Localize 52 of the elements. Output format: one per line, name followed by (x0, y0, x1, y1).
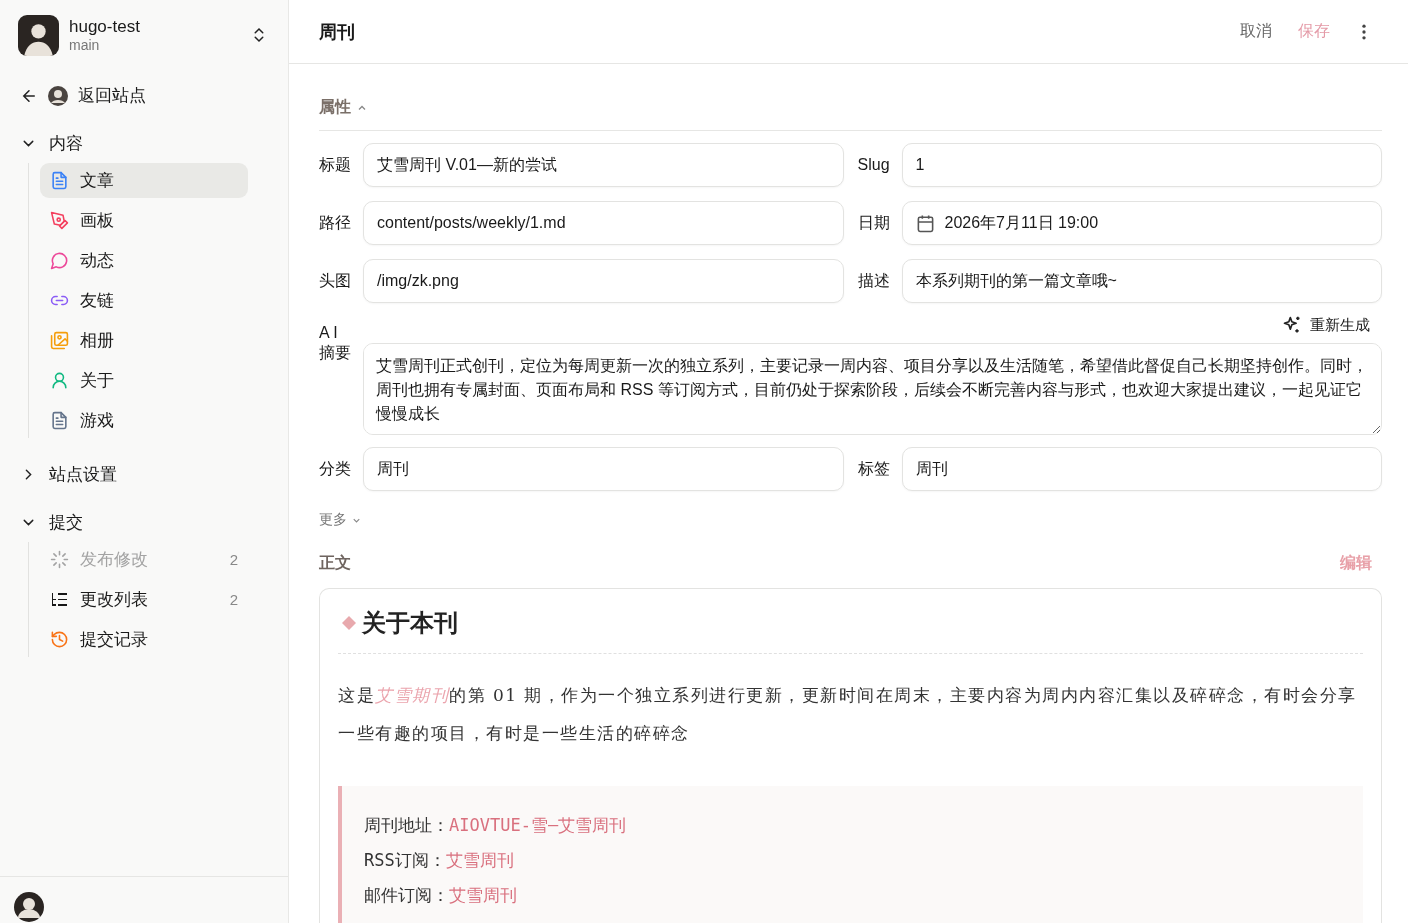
back-link[interactable]: 返回站点 (20, 84, 146, 107)
preview-heading: 关于本刊 (362, 607, 458, 639)
text-field[interactable]: 艾雪周刊 V.01—新的尝试 (363, 143, 844, 187)
nav-item[interactable]: 相册 (40, 323, 248, 358)
text-field[interactable]: 周刊 (363, 447, 844, 491)
nav-item[interactable]: 友链 (40, 283, 248, 318)
nav-group[interactable]: 站点设置 (20, 463, 117, 486)
field-label: 标签 (857, 458, 891, 479)
field-label: 标题 (319, 154, 352, 175)
section-toggle[interactable]: 属性 (319, 97, 368, 118)
field-label: 日期 (857, 212, 891, 233)
more-toggle[interactable]: 更多 (319, 511, 362, 529)
field-label: Slug (857, 156, 891, 174)
text-field[interactable]: 本系列期刊的第一篇文章哦~ (901, 259, 1382, 303)
sparkles-icon (1282, 315, 1302, 335)
nav-item[interactable]: 动态 (40, 243, 248, 278)
field-label: 描述 (857, 270, 891, 291)
count-label: 2 (229, 591, 238, 608)
nav-item[interactable]: 关于 (40, 363, 248, 398)
text-field[interactable]: content/posts/weekly/1.md (363, 201, 844, 245)
nav-item[interactable]: 更改列表 2 (40, 582, 248, 617)
quote-label: RSS订阅： (364, 850, 446, 870)
summary-textarea[interactable]: 艾雪周刊正式创刊，定位为每周更新一次的独立系列，主要记录一周内容、项目分享以及生活随笔，希望借此督促自己长期坚持创作。同时，周刊也拥有专属封面、页面布局和 RSS 等订阅方式，目前仍处于探索阶段，后续会不断完善内容与形式，也欢迎大家提出建议，一起见证它慢慢成长 (363, 343, 1382, 435)
avatar-icon (48, 85, 68, 106)
nav-item[interactable]: 画板 (40, 203, 248, 238)
section-title: 正文 (319, 553, 351, 573)
branch-name: main (69, 37, 101, 53)
preview-paragraph: 这是艾雪期刊的第 01 期，作为一个独立系列进行更新，更新时间在周末，主要内容为周内内容汇集以及碎碎念，有时会分享一些有趣的项目，有时是一些生活的碎碎念 (338, 684, 1358, 745)
nav-group[interactable]: 提交 (20, 511, 83, 534)
quote-label: 邮件订阅： (364, 885, 449, 905)
field-label: 路径 (319, 212, 352, 233)
avatar-icon[interactable] (14, 892, 44, 922)
text-field[interactable]: 1 (901, 143, 1382, 187)
text-field[interactable]: 周刊 (901, 447, 1382, 491)
diamond-icon (342, 616, 356, 630)
count-label: 2 (229, 551, 238, 568)
date-field[interactable]: 2026年7月11日 19:00 (901, 201, 1382, 245)
nav-item[interactable]: 游戏 (40, 403, 248, 438)
calendar-icon (915, 213, 935, 233)
site-name: hugo-test (69, 17, 141, 37)
cancel-button[interactable]: 取消 (1238, 19, 1274, 44)
nav-group[interactable]: 内容 (20, 132, 83, 155)
regenerate-button[interactable]: 重新生成 (1282, 315, 1382, 335)
text-field[interactable]: /img/zk.png (363, 259, 844, 303)
quote-label: 周刊地址： (364, 815, 449, 835)
site-avatar (18, 14, 59, 56)
field-label: 头图 (319, 270, 352, 291)
nav-item[interactable]: 提交记录 (40, 622, 248, 657)
page-title: 周刊 (319, 20, 356, 44)
field-label: A I 摘要 (319, 323, 352, 363)
nav-item[interactable]: 文章 (40, 163, 248, 198)
field-label: 分类 (319, 458, 352, 479)
